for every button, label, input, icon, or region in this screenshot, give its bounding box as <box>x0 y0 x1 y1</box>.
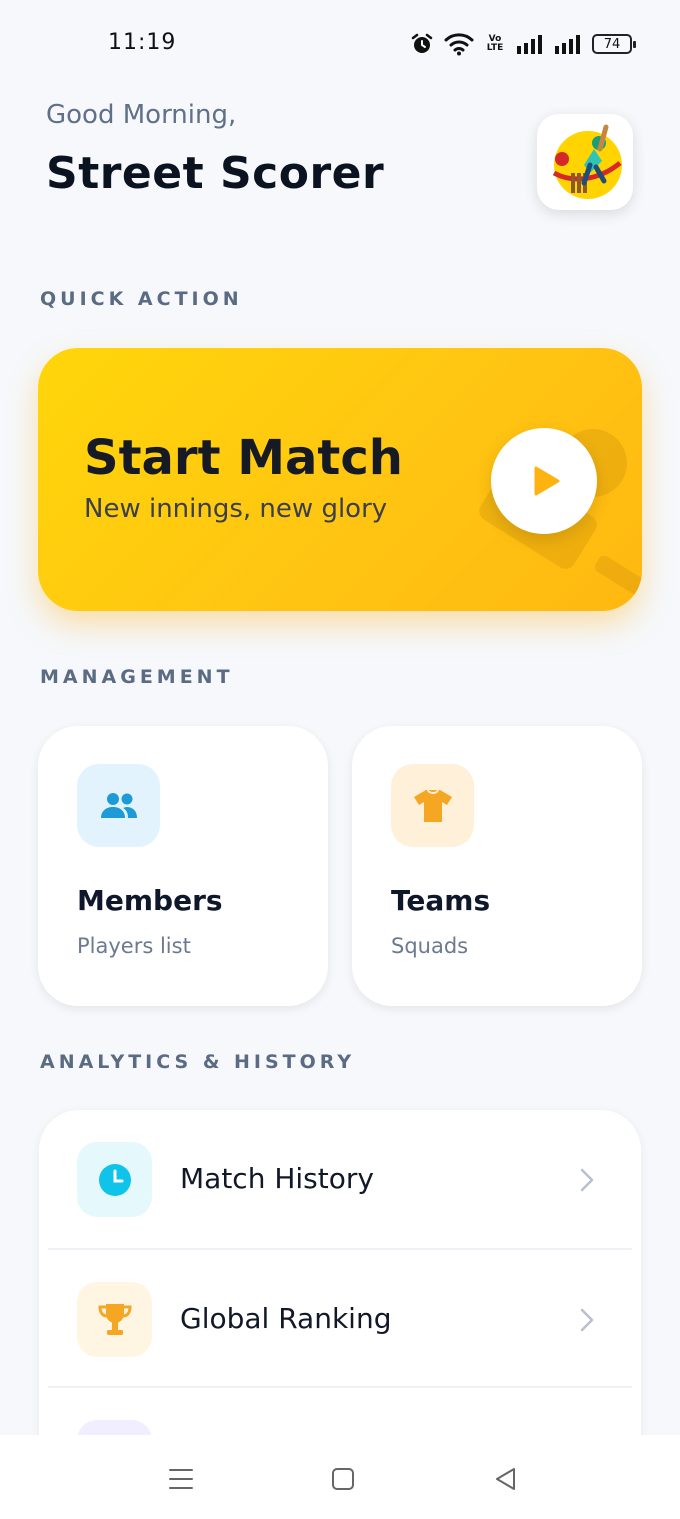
section-management: MANAGEMENT <box>40 666 234 688</box>
chevron-right-icon <box>580 1168 594 1192</box>
teams-icon-box <box>391 764 474 847</box>
battery-icon: 74 <box>592 34 636 54</box>
volte-indicator: Vo LTE <box>486 34 504 53</box>
global-ranking-label: Global Ranking <box>180 1302 392 1335</box>
play-icon <box>534 466 560 496</box>
teams-card[interactable]: Teams Squads <box>352 726 642 1006</box>
start-match-play-button[interactable] <box>491 428 597 534</box>
global-ranking-icon-box <box>77 1282 152 1357</box>
global-ranking-row[interactable]: Global Ranking <box>39 1250 641 1388</box>
members-subtitle: Players list <box>77 934 191 958</box>
home-button[interactable] <box>325 1461 361 1497</box>
teams-subtitle: Squads <box>391 934 469 958</box>
status-time: 11:19 <box>108 30 177 55</box>
menu-icon <box>169 1469 193 1489</box>
match-history-row[interactable]: Match History <box>39 1110 641 1248</box>
alarm-icon <box>411 33 433 53</box>
start-match-card[interactable]: Start Match New innings, new glory <box>38 348 642 611</box>
system-nav-bar <box>0 1435 680 1519</box>
match-history-label: Match History <box>180 1162 374 1195</box>
section-quick-action: QUICK ACTION <box>40 288 243 310</box>
home-square-icon <box>332 1468 354 1490</box>
back-triangle-icon <box>496 1468 515 1490</box>
wifi-icon <box>444 33 474 56</box>
start-match-title: Start Match <box>84 430 403 486</box>
members-icon-box <box>77 764 160 847</box>
section-analytics: ANALYTICS & HISTORY <box>40 1051 356 1073</box>
members-card[interactable]: Members Players list <box>38 726 328 1006</box>
status-icons: Vo LTE 74 <box>410 30 636 58</box>
back-button[interactable] <box>488 1461 524 1497</box>
avatar[interactable] <box>537 114 633 210</box>
battery-level: 74 <box>603 36 621 52</box>
recent-apps-button[interactable] <box>163 1461 199 1497</box>
trophy-icon <box>97 1303 132 1335</box>
tshirt-icon <box>413 789 452 822</box>
signal-icon-1 <box>517 35 542 54</box>
clock-icon <box>98 1163 131 1196</box>
people-icon <box>100 792 137 818</box>
cricket-batsman-logo-icon <box>544 121 626 203</box>
teams-title: Teams <box>391 884 491 917</box>
signal-icon-2 <box>555 35 580 54</box>
greeting-text: Good Morning, <box>46 100 237 130</box>
status-bar: 11:19 Vo LTE 74 <box>0 0 680 88</box>
app-title: Street Scorer <box>46 148 385 199</box>
match-history-icon-box <box>77 1142 152 1217</box>
members-title: Members <box>77 884 223 917</box>
chevron-right-icon <box>580 1308 594 1332</box>
start-match-subtitle: New innings, new glory <box>84 494 388 524</box>
